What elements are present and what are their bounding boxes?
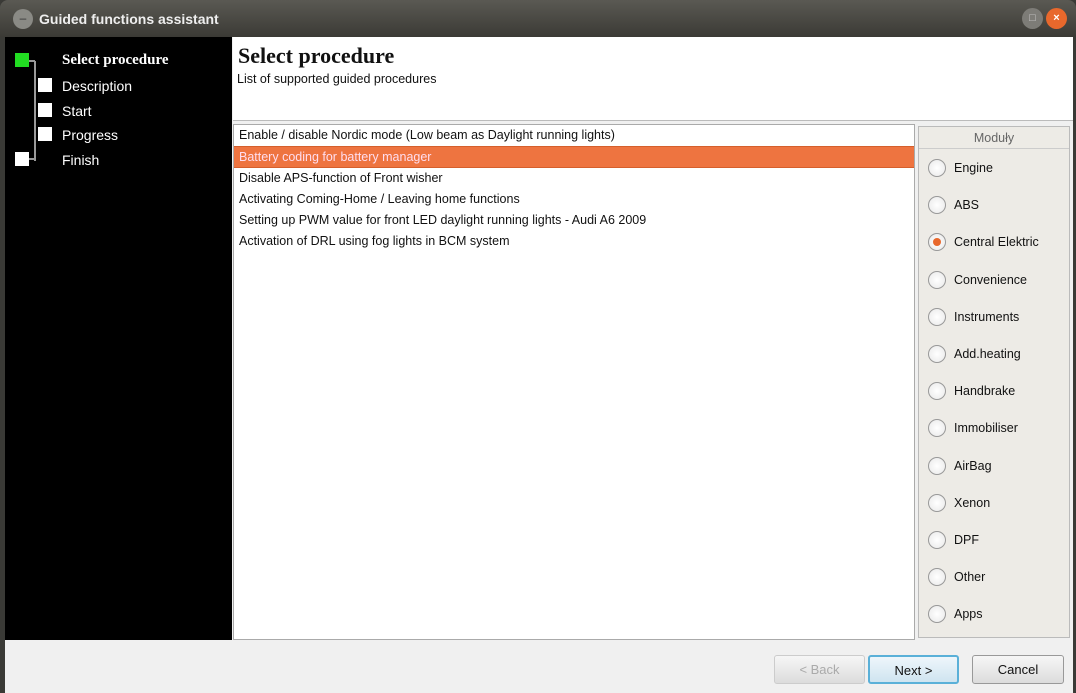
window-title: Guided functions assistant (39, 11, 219, 27)
radio-icon[interactable] (928, 233, 946, 252)
step-marker-icon (38, 103, 52, 117)
module-radio[interactable]: Other (928, 567, 985, 587)
module-label: Engine (954, 161, 993, 175)
modules-title: Moduły (919, 127, 1069, 149)
title-bar: – Guided functions assistant □ × (0, 0, 1076, 37)
step-progress: Progress (62, 127, 119, 143)
module-label: Other (954, 570, 986, 585)
procedure-item[interactable]: Battery coding for battery manager (234, 146, 914, 168)
radio-icon[interactable] (928, 196, 946, 215)
procedure-list[interactable]: Enable / disable Nordic mode (Low beam a… (233, 124, 915, 640)
step-marker-icon (38, 127, 52, 141)
page-subtitle: List of supported guided procedures (237, 72, 437, 86)
module-radio[interactable]: Apps (928, 604, 983, 624)
module-label: Handbrake (954, 384, 1016, 399)
step-start: Start (62, 103, 92, 119)
procedure-item[interactable]: Disable APS-function of Front wisher (234, 168, 914, 189)
wizard-body: Select procedure Description Start Progr… (5, 37, 1073, 693)
module-radio[interactable]: Xenon (928, 493, 990, 513)
modules-group: Moduły Engine ABS Central Elektric Convenie… (918, 126, 1070, 638)
maximize-icon[interactable]: □ (1022, 8, 1043, 29)
module-radio[interactable]: DPF (928, 530, 979, 550)
radio-icon[interactable] (928, 605, 946, 624)
module-radio[interactable]: Instruments (928, 307, 1019, 327)
module-radio[interactable]: Handbrake (928, 381, 1015, 401)
page-header: Select procedure List of supported guide… (233, 37, 1073, 121)
step-marker-icon (38, 78, 52, 92)
module-label: ABS (954, 198, 980, 213)
back-button[interactable]: < Back (774, 655, 865, 684)
module-radio[interactable]: Add.heating (928, 344, 1021, 364)
radio-icon[interactable] (928, 345, 946, 363)
radio-icon[interactable] (928, 382, 946, 401)
module-radio[interactable]: Convenience (928, 270, 1027, 290)
step-marker-icon (15, 53, 29, 67)
procedure-item[interactable]: Activating Coming-Home / Leaving home fu… (234, 189, 914, 210)
radio-icon[interactable] (928, 307, 946, 326)
module-radio[interactable]: ABS (928, 195, 979, 215)
procedure-item[interactable]: Setting up PWM value for front LED dayli… (234, 210, 914, 231)
module-radio[interactable]: Central Elektric (928, 232, 1039, 252)
radio-icon[interactable] (928, 531, 946, 549)
module-label: Central Elektric (954, 235, 1039, 250)
steps-panel: Select procedure Description Start Progr… (5, 37, 232, 640)
module-label: Instruments (954, 309, 1020, 324)
radio-icon[interactable] (928, 456, 946, 475)
radio-icon[interactable] (928, 493, 946, 512)
procedure-item[interactable]: Enable / disable Nordic mode (Low beam a… (234, 125, 914, 146)
radio-icon[interactable] (928, 159, 946, 177)
step-finish: Finish (62, 152, 100, 168)
module-label: Apps (954, 607, 983, 622)
page-title: Select procedure (238, 43, 395, 68)
module-radio[interactable]: AirBag (928, 456, 992, 476)
step-select-procedure: Select procedure (62, 52, 169, 68)
window-menu-icon[interactable]: – (13, 9, 33, 29)
module-label: DPF (954, 533, 979, 547)
step-description: Description (62, 78, 133, 94)
radio-icon[interactable] (928, 419, 946, 438)
radio-icon[interactable] (928, 568, 946, 587)
module-radio[interactable]: Immobiliser (928, 418, 1018, 438)
module-radio[interactable]: Engine (928, 158, 993, 178)
procedure-item[interactable]: Activation of DRL using fog lights in BC… (234, 231, 914, 252)
radio-icon[interactable] (928, 270, 946, 289)
module-label: AirBag (954, 458, 992, 473)
close-icon[interactable]: × (1046, 8, 1067, 29)
cancel-button[interactable]: Cancel (972, 655, 1064, 684)
module-label: Immobiliser (954, 421, 1018, 436)
next-button[interactable]: Next > (868, 655, 959, 684)
module-label: Convenience (954, 272, 1027, 287)
step-marker-icon (15, 152, 29, 166)
module-label: Add.heating (954, 347, 1021, 361)
module-label: Xenon (954, 495, 991, 510)
